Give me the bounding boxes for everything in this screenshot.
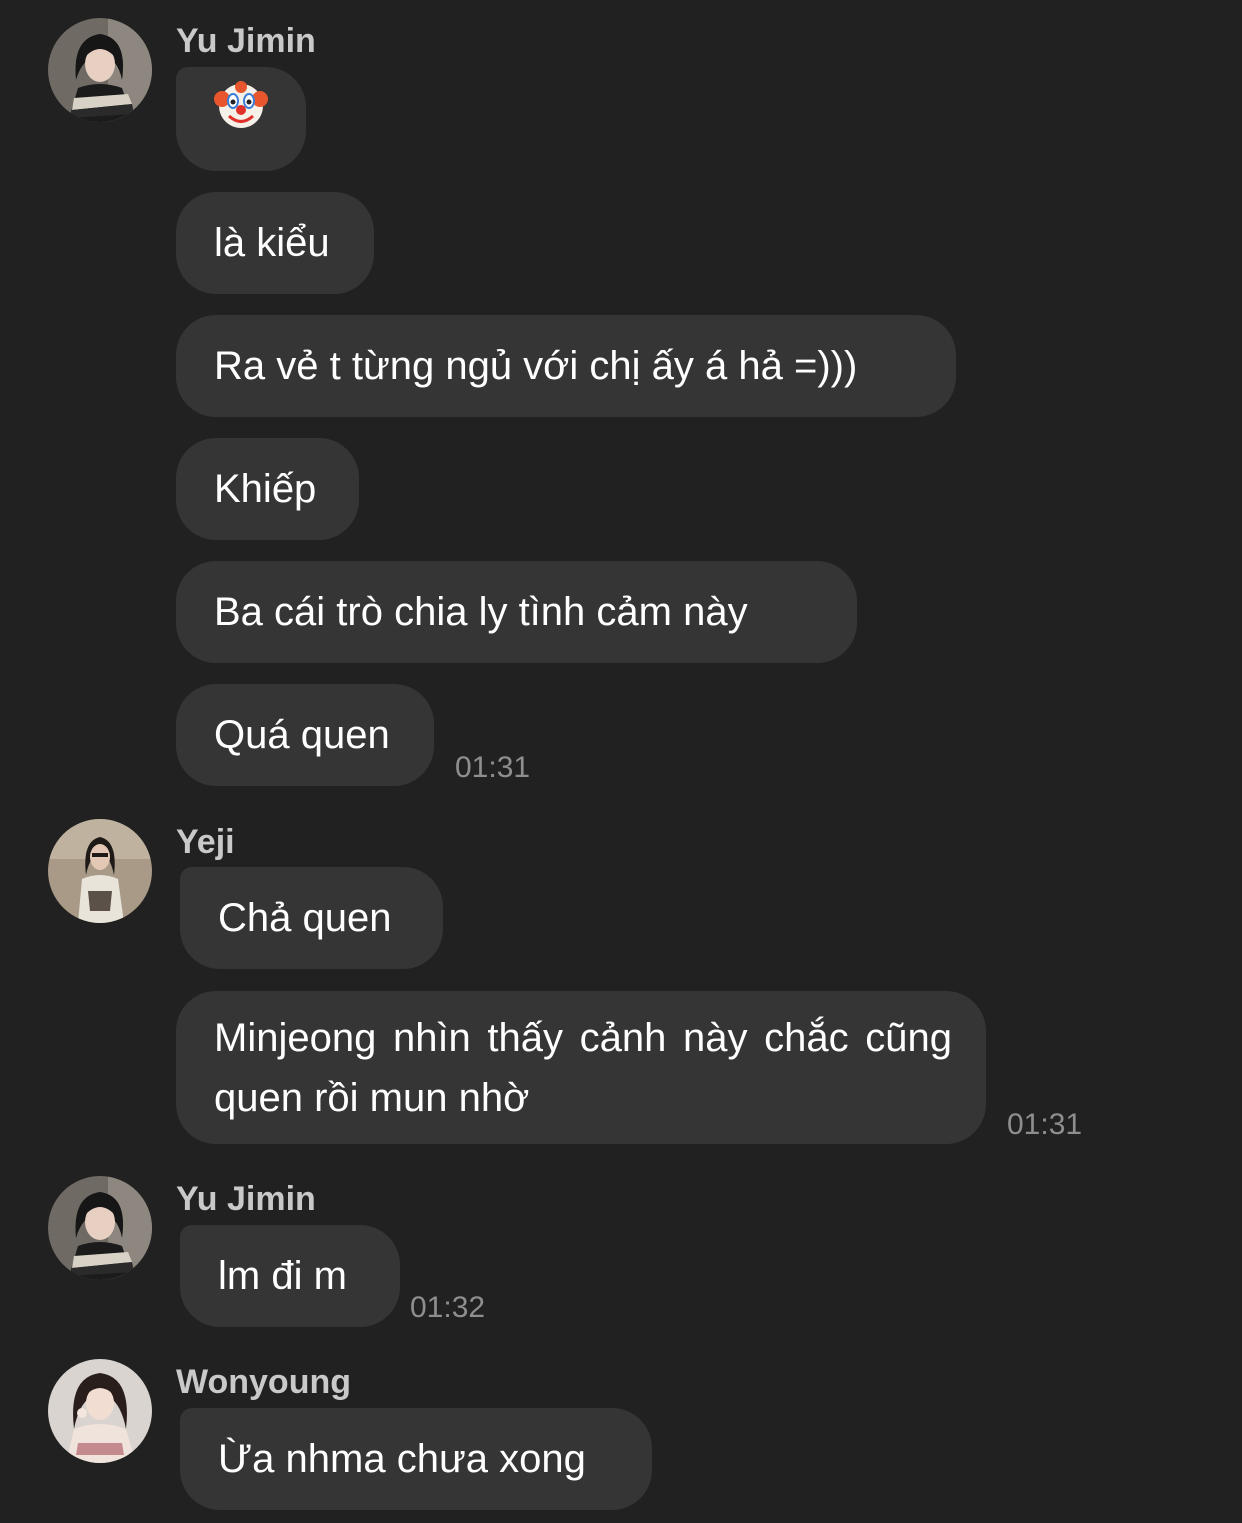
message-bubble[interactable] — [176, 67, 306, 171]
message-bubble[interactable]: Chả quen — [180, 867, 443, 969]
avatar-yu-jimin-icon — [48, 1176, 152, 1280]
sender-name: Yeji — [176, 823, 235, 861]
message-bubble[interactable]: Quá quen — [176, 684, 434, 786]
message-timestamp: 01:31 — [1007, 1108, 1083, 1141]
sender-name: Yu Jimin — [176, 22, 316, 60]
avatar-yu-jimin[interactable] — [48, 1176, 152, 1280]
avatar-yu-jimin[interactable] — [48, 18, 152, 122]
message-timestamp: 01:32 — [410, 1291, 486, 1324]
message-bubble[interactable]: Khiếp — [176, 438, 359, 540]
message-bubble[interactable]: Ba cái trò chia ly tình cảm này — [176, 561, 857, 663]
sender-name: Wonyoung — [176, 1363, 351, 1401]
message-bubble[interactable]: là kiểu — [176, 192, 374, 294]
avatar-yeji[interactable] — [48, 819, 152, 923]
sender-name: Yu Jimin — [176, 1180, 316, 1218]
message-bubble[interactable]: Ừa nhma chưa xong — [180, 1408, 652, 1510]
message-timestamp: 01:31 — [455, 751, 531, 784]
avatar-yeji-icon — [48, 819, 152, 923]
avatar-yu-jimin-icon — [48, 18, 152, 122]
message-bubble[interactable]: lm đi m — [180, 1225, 400, 1327]
message-bubble[interactable]: Ra vẻ t từng ngủ với chị ấy á hả =))) — [176, 315, 956, 417]
avatar-wonyoung[interactable] — [48, 1359, 152, 1463]
message-bubble[interactable]: Minjeong nhìn thấy cảnh này chắc cũng qu… — [176, 991, 986, 1144]
avatar-wonyoung-icon — [48, 1359, 152, 1463]
clown-face-icon — [214, 66, 268, 170]
